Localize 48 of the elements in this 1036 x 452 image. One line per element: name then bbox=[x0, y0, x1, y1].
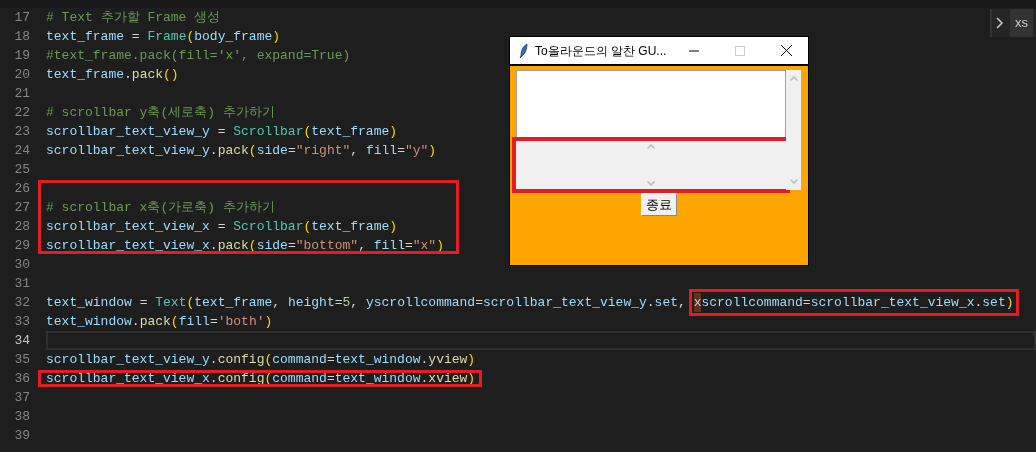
chevron-up-icon[interactable] bbox=[647, 144, 655, 149]
quit-button[interactable]: 종료 bbox=[641, 193, 677, 216]
feather-icon bbox=[519, 42, 529, 59]
code-line: scrollbar_text_view_y.config(command=text_window.yview) bbox=[46, 350, 476, 369]
boxed-code: xscrollcommand=scrollbar_text_view_x.set) bbox=[688, 289, 1019, 316]
panel-tab[interactable]: xs bbox=[1010, 9, 1033, 37]
line-number: 32 bbox=[13, 293, 30, 312]
maximize-icon[interactable] bbox=[735, 45, 745, 56]
line-number: 34 bbox=[13, 331, 30, 350]
code-line: text_window.pack(fill='both') bbox=[46, 312, 273, 331]
window-title: To올라운드의 알찬 GU... bbox=[535, 42, 667, 60]
line-number: 35 bbox=[13, 350, 30, 369]
line-number: 26 bbox=[13, 179, 30, 198]
code-line: text_frame = Frame(body_frame) bbox=[46, 27, 281, 46]
line-number: 28 bbox=[13, 217, 30, 236]
line-number: 18 bbox=[13, 27, 30, 46]
line-number: 36 bbox=[13, 369, 30, 388]
line-number: 21 bbox=[13, 84, 30, 103]
line-number: 37 bbox=[13, 388, 30, 407]
line-number: 22 bbox=[13, 103, 30, 122]
close-icon[interactable] bbox=[781, 45, 792, 56]
code-line: # scrollbar x축(가로축) 추가하기 bbox=[46, 198, 275, 217]
line-number: 23 bbox=[13, 122, 30, 141]
line-number: 20 bbox=[13, 65, 30, 84]
line-number: 27 bbox=[13, 198, 30, 217]
chevron-up-icon[interactable] bbox=[789, 76, 798, 81]
line-number: 29 bbox=[13, 236, 30, 255]
line-number: 31 bbox=[13, 274, 30, 293]
code-line: # scrollbar y축(세로축) 추가하기 bbox=[46, 103, 275, 122]
code-line: scrollbar_text_view_x = Scrollbar(text_frame) bbox=[46, 217, 398, 236]
code-line: scrollbar_text_view_y = Scrollbar(text_frame) bbox=[46, 122, 398, 141]
code-line: # Text 추가할 Frame 생성 bbox=[46, 8, 221, 27]
line-number: 19 bbox=[13, 46, 30, 65]
vertical-scrollbar[interactable] bbox=[786, 70, 801, 190]
chevron-down-icon[interactable] bbox=[789, 179, 798, 184]
line-number: 30 bbox=[13, 255, 30, 274]
line-number: 38 bbox=[13, 407, 30, 426]
chevron-right-icon[interactable] bbox=[996, 17, 1004, 29]
chevron-down-icon[interactable] bbox=[647, 181, 655, 186]
code-line: text_frame.pack() bbox=[46, 65, 179, 84]
code-line: scrollbar_text_view_y.pack(side="right", fill="y") bbox=[46, 141, 437, 160]
code-line: #text_frame.pack(fill='x', expand=True) bbox=[46, 46, 351, 65]
line-number: 33 bbox=[13, 312, 30, 331]
line-number: 39 bbox=[13, 426, 30, 445]
line-number: 25 bbox=[13, 160, 30, 179]
line-number: 24 bbox=[13, 141, 30, 160]
line-number: 17 bbox=[13, 8, 30, 27]
code-line: text_window = Text(text_frame, height=5, yscrollcommand=scrollbar_text_view_y.set, bbox=[46, 293, 687, 312]
